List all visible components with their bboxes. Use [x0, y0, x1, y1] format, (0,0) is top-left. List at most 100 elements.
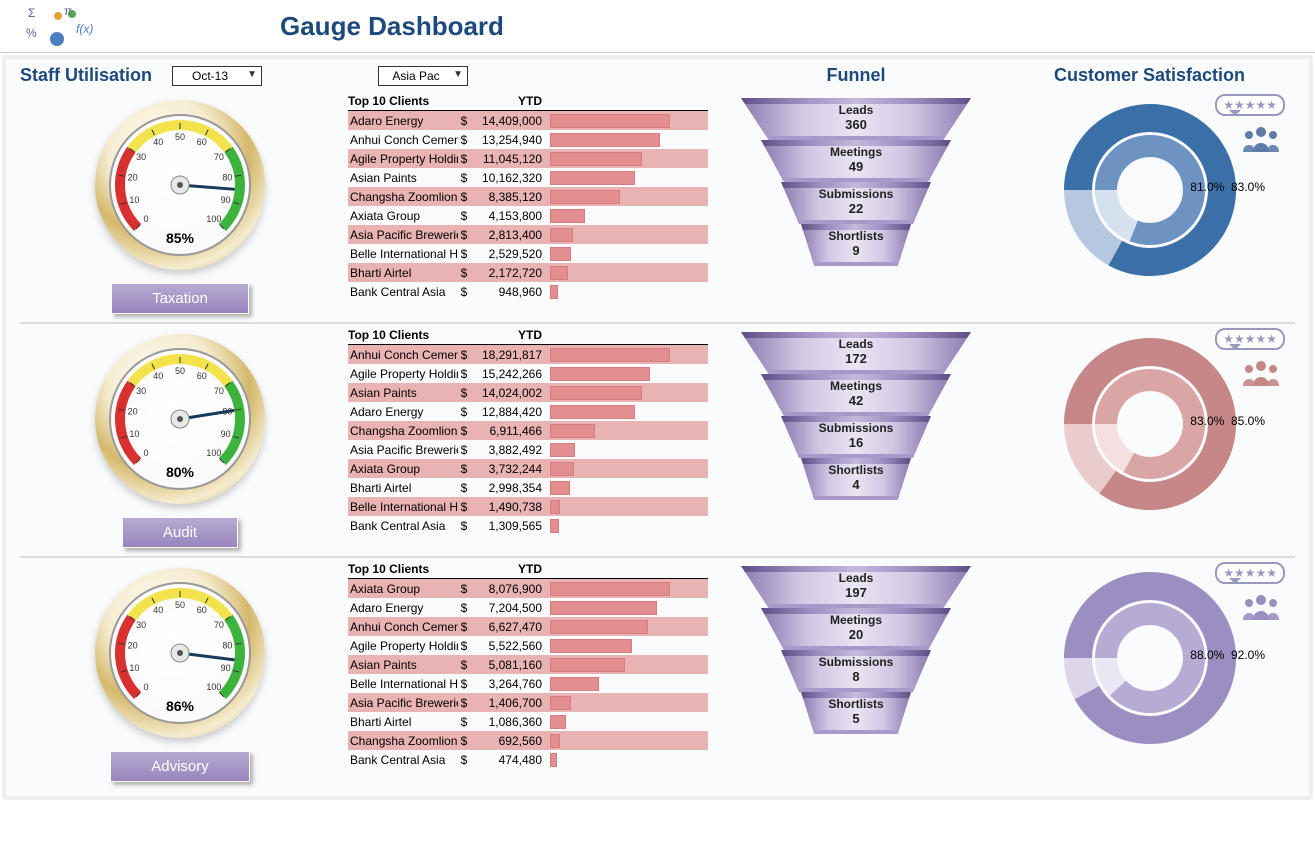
funnel-chart: Leads 360 Meetings 49 Submissions 22 Sho… [716, 94, 996, 266]
staff-utilisation-label: Staff Utilisation [20, 65, 152, 86]
funnel-stage-label: Meetings [830, 613, 882, 627]
client-name: Asia Pacific Breweries [348, 228, 458, 242]
svg-text:70: 70 [214, 620, 224, 630]
currency-symbol: $ [458, 285, 470, 299]
svg-text:30: 30 [136, 152, 146, 162]
top-clients-table: Top 10 Clients YTD Anhui Conch Cement $ … [348, 328, 708, 535]
client-name: Asian Paints [348, 658, 458, 672]
svg-text:90: 90 [221, 195, 231, 205]
currency-symbol: $ [458, 133, 470, 147]
currency-symbol: $ [458, 462, 470, 476]
currency-symbol: $ [458, 734, 470, 748]
client-ytd-value: 8,076,900 [470, 582, 546, 596]
client-bar [550, 582, 670, 596]
client-bar [550, 348, 670, 362]
client-ytd-value: 12,884,420 [470, 405, 546, 419]
client-name: Axiata Group [348, 209, 458, 223]
svg-text:10: 10 [129, 195, 139, 205]
client-ytd-value: 2,172,720 [470, 266, 546, 280]
currency-symbol: $ [458, 152, 470, 166]
client-ytd-value: 14,024,002 [470, 386, 546, 400]
client-bar [550, 367, 650, 381]
funnel-chart: Leads 197 Meetings 20 Submissions 8 Shor… [716, 562, 996, 734]
client-bar [550, 462, 574, 476]
funnel-stage-value: 172 [845, 351, 867, 366]
funnel-stage: Shortlists 4 [801, 458, 911, 500]
people-icon [1241, 126, 1281, 159]
table-row: Adaro Energy $ 7,204,500 [348, 598, 708, 617]
svg-text:30: 30 [136, 620, 146, 630]
client-name: Adaro Energy [348, 114, 458, 128]
client-name: Axiata Group [348, 462, 458, 476]
svg-text:10: 10 [129, 663, 139, 673]
client-ytd-value: 14,409,000 [470, 114, 546, 128]
client-name: Anhui Conch Cement [348, 133, 458, 147]
funnel-stage-label: Shortlists [828, 229, 883, 243]
svg-text:0: 0 [144, 448, 149, 458]
client-bar [550, 753, 557, 767]
header-bar: Σ π % f(x) Gauge Dashboard [0, 0, 1315, 53]
department-button[interactable]: Taxation [111, 283, 249, 314]
svg-text:40: 40 [153, 137, 163, 147]
funnel-stage-value: 9 [852, 243, 859, 258]
table-row: Asian Paints $ 14,024,002 [348, 383, 708, 402]
top-clients-table: Top 10 Clients YTD Axiata Group $ 8,076,… [348, 562, 708, 769]
client-bar [550, 424, 595, 438]
funnel-stage: Leads 197 [741, 566, 971, 608]
table-row: Anhui Conch Cement $ 6,627,470 [348, 617, 708, 636]
funnel-stage: Shortlists 5 [801, 692, 911, 734]
client-ytd-value: 5,522,560 [470, 639, 546, 653]
client-ytd-value: 5,081,160 [470, 658, 546, 672]
month-select[interactable]: Oct-13 [172, 66, 262, 86]
client-bar [550, 519, 559, 533]
csat-values: 88.0% 92.0% [1190, 648, 1265, 662]
funnel-stage-value: 42 [849, 393, 863, 408]
client-ytd-value: 6,627,470 [470, 620, 546, 634]
table-row: Changsha Zoomlion H $ 6,911,466 [348, 421, 708, 440]
table-row: Changsha Zoomlion H $ 692,560 [348, 731, 708, 750]
funnel-stage-value: 5 [852, 711, 859, 726]
currency-symbol: $ [458, 658, 470, 672]
funnel-stage-label: Submissions [819, 655, 894, 669]
gauge-percent: 86% [95, 698, 265, 714]
table-row: Anhui Conch Cement $ 13,254,940 [348, 130, 708, 149]
client-name: Belle International Hol [348, 500, 458, 514]
funnel-stage-label: Meetings [830, 379, 882, 393]
funnel-stage-label: Submissions [819, 421, 894, 435]
client-ytd-value: 13,254,940 [470, 133, 546, 147]
client-bar [550, 266, 568, 280]
svg-text:100: 100 [206, 448, 221, 458]
client-bar [550, 285, 558, 299]
currency-symbol: $ [458, 386, 470, 400]
funnel-stage: Meetings 42 [761, 374, 951, 416]
svg-text:90: 90 [221, 663, 231, 673]
client-ytd-value: 474,480 [470, 753, 546, 767]
funnel-stage-label: Leads [839, 571, 874, 585]
svg-text:70: 70 [214, 152, 224, 162]
currency-symbol: $ [458, 443, 470, 457]
client-bar [550, 500, 560, 514]
currency-symbol: $ [458, 481, 470, 495]
table-row: Bharti Airtel $ 2,172,720 [348, 263, 708, 282]
funnel-stage-value: 49 [849, 159, 863, 174]
client-bar [550, 152, 642, 166]
currency-symbol: $ [458, 500, 470, 514]
funnel-stage-label: Leads [839, 103, 874, 117]
svg-text:100: 100 [206, 214, 221, 224]
funnel-stage-label: Submissions [819, 187, 894, 201]
utilisation-gauge: 0102030405060708090100 86% [95, 568, 265, 738]
client-name: Changsha Zoomlion H [348, 734, 458, 748]
table-row: Asian Paints $ 5,081,160 [348, 655, 708, 674]
client-bar [550, 405, 635, 419]
table-header-name: Top 10 Clients [348, 94, 458, 108]
funnel-stage: Leads 360 [741, 98, 971, 140]
currency-symbol: $ [458, 171, 470, 185]
svg-text:50: 50 [175, 600, 185, 610]
client-name: Bharti Airtel [348, 481, 458, 495]
department-button[interactable]: Advisory [110, 751, 250, 782]
dashboard-row: 0102030405060708090100 85% Taxation Top … [20, 90, 1295, 322]
csat-chart: ★★★★★ 81.0% 83.0% [1004, 94, 1295, 283]
region-select[interactable]: Asia Pac [378, 66, 468, 86]
client-name: Bank Central Asia [348, 753, 458, 767]
department-button[interactable]: Audit [122, 517, 238, 548]
